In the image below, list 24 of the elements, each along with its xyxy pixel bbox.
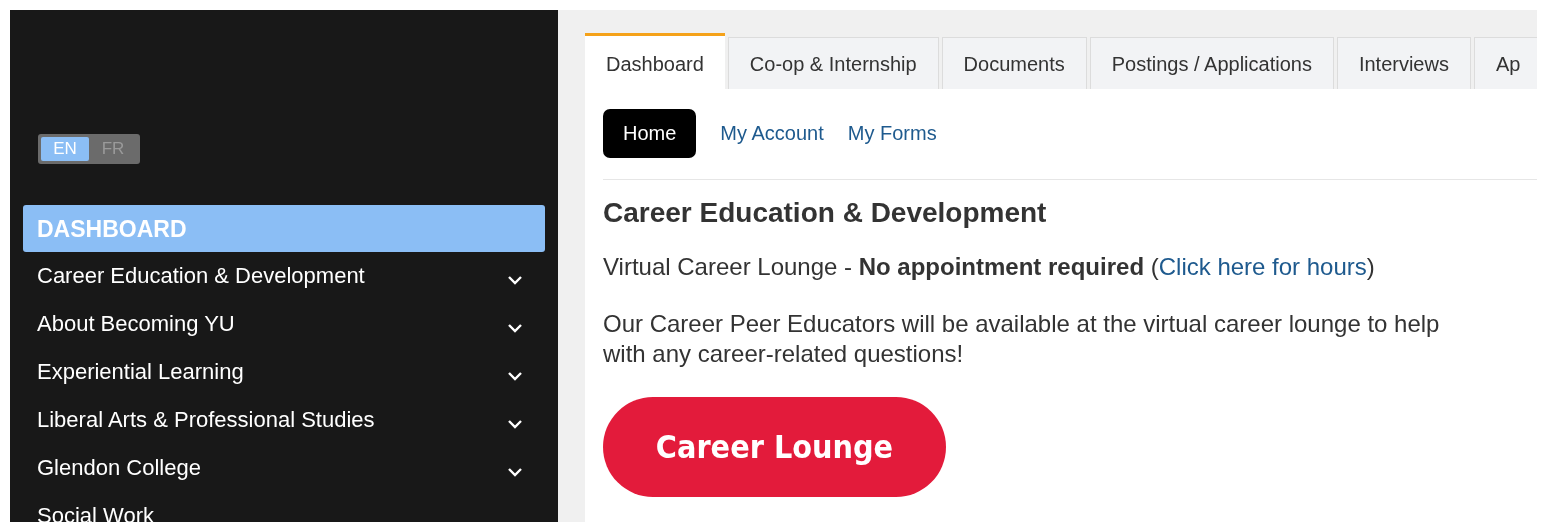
nav-link[interactable]: Home <box>603 109 697 158</box>
menu-item[interactable]: Experiential Learning <box>37 359 244 385</box>
career-lounge-button[interactable]: Career Lounge <box>603 397 946 497</box>
nav-link[interactable]: My Account <box>720 109 824 158</box>
menu-item[interactable]: Liberal Arts & Professional Studies <box>37 407 375 433</box>
menu-item[interactable]: About Becoming YU <box>37 311 235 337</box>
chevron-down-icon[interactable] <box>507 371 523 381</box>
menu-item[interactable]: Career Education & Development <box>37 263 365 289</box>
chevron-down-icon[interactable] <box>507 275 523 285</box>
tab[interactable]: Postings / Applications <box>1089 37 1334 89</box>
tab[interactable]: Interviews <box>1336 37 1471 89</box>
section-heading: Career Education & Development <box>603 197 1048 229</box>
chevron-down-icon[interactable] <box>507 419 523 429</box>
hours-link[interactable]: Click here for hours <box>1158 253 1367 280</box>
chevron-down-icon[interactable] <box>507 323 523 333</box>
chevron-down-icon[interactable] <box>507 467 523 477</box>
menu-item[interactable]: Glendon College <box>37 455 201 481</box>
info-paragraph: Our Career Peer Educators will be available at the virtual career lounge to help with any career-related questions! <box>603 309 1441 369</box>
tab[interactable]: Documents <box>941 37 1087 89</box>
notice-text: Virtual Career Lounge - No appointment required (Click here for hours) <box>603 253 1376 281</box>
tab[interactable]: Dashboard <box>585 33 725 89</box>
tab[interactable]: Ap <box>1473 37 1537 89</box>
tab[interactable]: Co-op & Internship <box>727 37 939 89</box>
nav-link[interactable]: My Forms <box>847 109 937 158</box>
